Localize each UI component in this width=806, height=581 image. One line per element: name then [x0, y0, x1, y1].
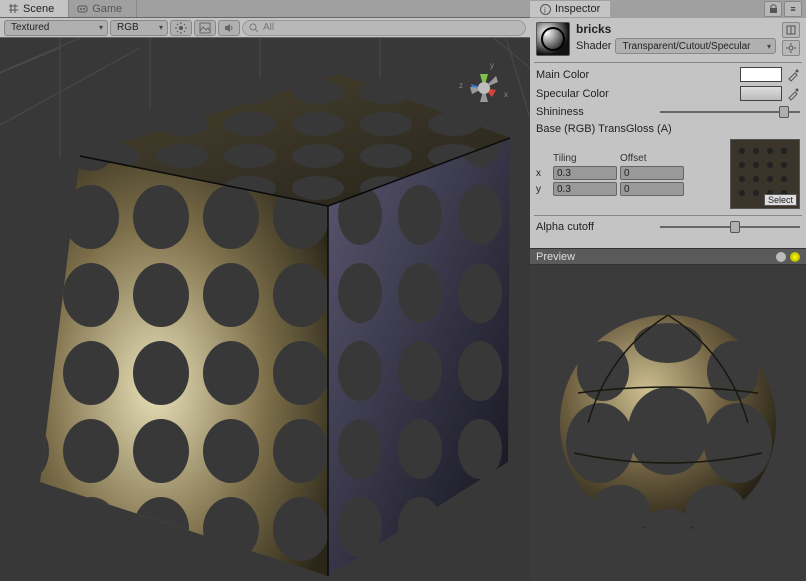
prop-specular-color: Specular Color	[530, 84, 806, 103]
tab-inspector[interactable]: i Inspector	[530, 1, 610, 17]
context-menu-button[interactable]: ≡	[784, 1, 802, 17]
lighting-toggle[interactable]	[170, 20, 192, 36]
tab-scene[interactable]: Scene	[0, 0, 69, 17]
tab-scene-label: Scene	[23, 3, 54, 15]
material-header: bricks Shader Transparent/Cutout/Specula…	[530, 18, 806, 60]
eyedropper-icon[interactable]	[786, 87, 800, 101]
inspector-tabs: i Inspector ≡	[530, 0, 806, 18]
preview-shape-toggle[interactable]	[776, 252, 786, 262]
material-name: bricks	[576, 22, 776, 36]
divider	[534, 215, 802, 216]
tab-game-label: Game	[92, 3, 122, 15]
gear-icon	[786, 43, 796, 53]
help-button[interactable]	[782, 22, 800, 38]
sun-icon	[175, 22, 187, 34]
game-icon	[77, 3, 88, 14]
prop-main-color: Main Color	[530, 65, 806, 84]
preview-light-toggle[interactable]	[790, 252, 800, 262]
prop-base-texture-label: Base (RGB) TransGloss (A)	[530, 121, 806, 137]
orientation-gizmo[interactable]: y x z	[456, 60, 512, 116]
specular-color-field[interactable]	[740, 86, 782, 101]
main-color-field[interactable]	[740, 67, 782, 82]
tab-game[interactable]: Game	[69, 0, 137, 17]
prop-alpha-cutoff: Alpha cutoff	[530, 218, 806, 236]
skybox-toggle[interactable]	[194, 20, 216, 36]
render-mode-dropdown[interactable]: Textured	[4, 20, 108, 36]
landscape-icon	[199, 22, 211, 34]
settings-button[interactable]	[782, 40, 800, 56]
offset-x-field[interactable]: 0	[620, 166, 684, 180]
preview-viewport[interactable]	[530, 265, 806, 581]
texture-slot[interactable]: Select	[730, 139, 800, 209]
svg-text:y: y	[490, 61, 494, 70]
audio-toggle[interactable]	[218, 20, 240, 36]
alpha-cutoff-slider[interactable]	[660, 220, 800, 234]
scene-cube-mesh	[0, 38, 530, 581]
preview-sphere	[548, 293, 788, 553]
shader-dropdown[interactable]: Transparent/Cutout/Specular	[615, 38, 776, 54]
scene-viewport[interactable]: y x z	[0, 38, 530, 581]
prop-shininess: Shininess	[530, 103, 806, 121]
divider	[534, 62, 802, 63]
menu-icon: ≡	[790, 4, 795, 14]
scene-icon	[8, 3, 19, 14]
tiling-x-field[interactable]: 0.3	[553, 166, 617, 180]
lock-icon	[769, 4, 778, 14]
svg-text:x: x	[504, 90, 508, 99]
shader-label: Shader	[576, 40, 611, 52]
texture-select-button[interactable]: Select	[764, 194, 797, 206]
search-icon	[249, 23, 259, 33]
offset-y-field[interactable]: 0	[620, 182, 684, 196]
scene-toolbar: Textured RGB All	[0, 18, 530, 38]
material-thumbnail	[536, 22, 570, 56]
shininess-slider[interactable]	[660, 105, 800, 119]
preview-header: Preview	[530, 248, 806, 265]
scene-search[interactable]: All	[242, 20, 526, 36]
tiling-y-field[interactable]: 0.3	[553, 182, 617, 196]
color-mode-dropdown[interactable]: RGB	[110, 20, 168, 36]
speaker-icon	[223, 22, 235, 34]
eyedropper-icon[interactable]	[786, 68, 800, 82]
texture-section: Tiling Offset x 0.3 0 y 0.3 0 Select	[530, 137, 806, 213]
lock-button[interactable]	[764, 1, 782, 17]
scene-tabs: Scene Game	[0, 0, 530, 18]
svg-text:z: z	[459, 81, 463, 90]
book-icon	[786, 25, 796, 35]
info-icon: i	[540, 4, 551, 15]
svg-text:i: i	[544, 6, 546, 15]
